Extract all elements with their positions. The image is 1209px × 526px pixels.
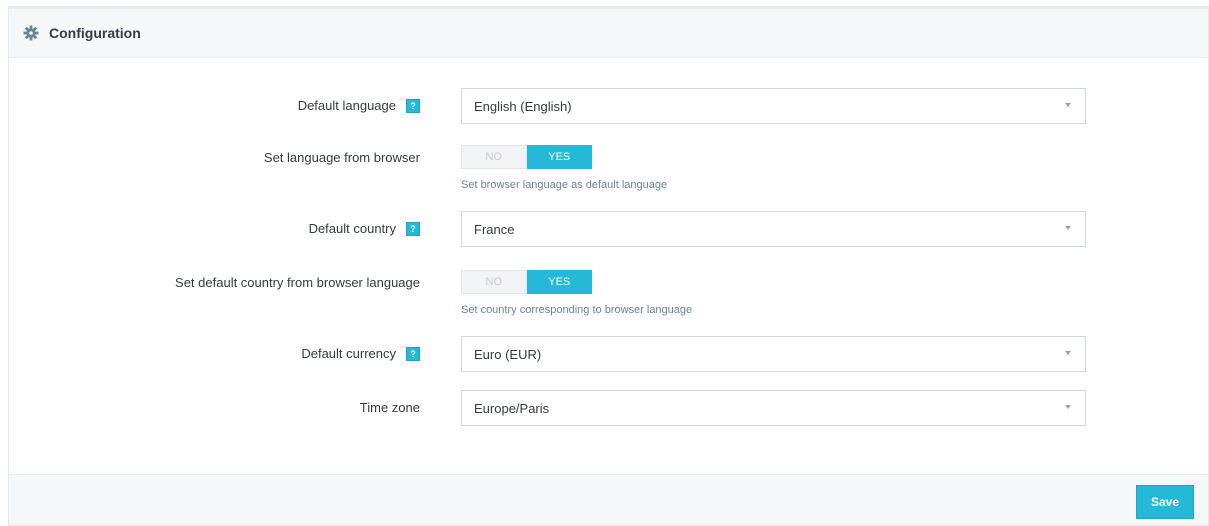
time-zone-row: Time zone Europe/Paris [9, 390, 1208, 426]
default-currency-label: Default currency ? [301, 346, 420, 361]
default-language-select[interactable]: English (English) [461, 88, 1086, 124]
default-country-select[interactable]: France [461, 211, 1086, 247]
language-from-browser-row: Set language from browser NO YES Set bro… [9, 145, 1208, 195]
toggle-no-option[interactable]: NO [461, 145, 527, 169]
time-zone-select[interactable]: Europe/Paris [461, 390, 1086, 426]
country-from-browser-label: Set default country from browser languag… [175, 275, 420, 290]
chevron-down-icon [1065, 103, 1071, 107]
help-icon[interactable]: ? [406, 98, 420, 113]
toggle-yes-option[interactable]: YES [526, 145, 592, 169]
gear-icon [23, 25, 39, 41]
default-currency-select[interactable]: Euro (EUR) [461, 336, 1086, 372]
language-from-browser-toggle[interactable]: NO YES [461, 145, 592, 169]
default-country-label: Default country ? [309, 221, 420, 236]
default-language-label: Default language ? [298, 98, 420, 113]
default-language-row: Default language ? English (English) [9, 88, 1208, 124]
panel-footer: Save [9, 474, 1208, 525]
chevron-down-icon [1065, 226, 1071, 230]
time-zone-label: Time zone [359, 400, 420, 415]
chevron-down-icon [1065, 351, 1071, 355]
configuration-panel: Configuration Default language ? English… [8, 6, 1209, 526]
save-button[interactable]: Save [1136, 485, 1194, 519]
default-currency-row: Default currency ? Euro (EUR) [9, 336, 1208, 372]
help-icon[interactable]: ? [406, 221, 420, 236]
default-country-row: Default country ? France [9, 211, 1208, 247]
panel-title: Configuration [49, 25, 141, 41]
country-from-browser-toggle[interactable]: NO YES [461, 270, 592, 294]
language-from-browser-label: Set language from browser [263, 150, 420, 165]
toggle-yes-option[interactable]: YES [526, 270, 592, 294]
language-from-browser-hint: Set browser language as default language [461, 179, 668, 191]
toggle-no-option[interactable]: NO [461, 270, 527, 294]
help-icon[interactable]: ? [406, 346, 420, 361]
chevron-down-icon [1065, 405, 1071, 409]
panel-heading: Configuration [9, 9, 1208, 58]
country-from-browser-hint: Set country corresponding to browser lan… [461, 304, 693, 316]
country-from-browser-row: Set default country from browser languag… [9, 270, 1208, 320]
